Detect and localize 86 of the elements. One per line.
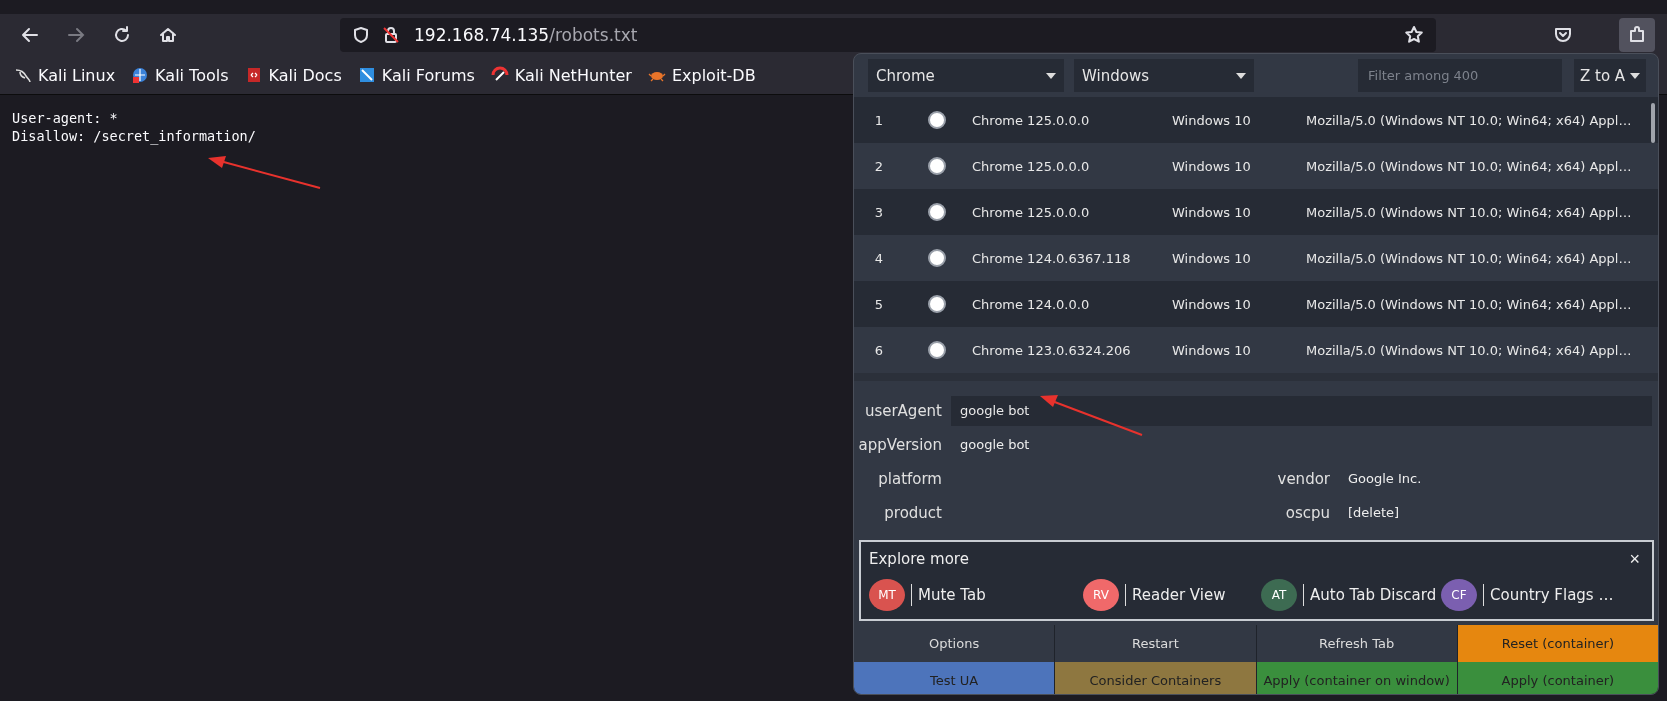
scrollbar-thumb[interactable] [1651, 103, 1655, 143]
field-label: userAgent [863, 401, 942, 420]
star-icon[interactable] [1404, 25, 1424, 45]
action-button[interactable]: Test UA [854, 662, 1055, 694]
extension-link[interactable]: Mute Tab [918, 586, 986, 604]
home-icon[interactable] [158, 25, 178, 45]
bookmark[interactable]: Kali Linux [14, 65, 116, 85]
table-cell: Mozilla/5.0 (Windows NT 10.0; Win64; x64) Appl… [1306, 342, 1632, 358]
forum-icon [357, 66, 376, 84]
radio-button[interactable] [928, 157, 946, 175]
radio-button[interactable] [928, 111, 946, 129]
bookmark[interactable]: Kali Forums [357, 65, 475, 85]
table-cell-text: 3 [873, 204, 885, 220]
table-cell: Mozilla/5.0 (Windows NT 10.0; Win64; x64) Appl… [1306, 250, 1632, 266]
table-cell-text: Windows 10 [1172, 204, 1252, 220]
extension-badge[interactable]: AT [1261, 579, 1297, 611]
table-cell: Mozilla/5.0 (Windows NT 10.0; Win64; x64) Appl… [1306, 204, 1632, 220]
table-cell-text: Windows 10 [1172, 112, 1252, 128]
field-label: platform [877, 469, 942, 488]
text-line: User-agent: * [12, 109, 118, 127]
reload-icon[interactable] [112, 25, 132, 45]
table-cell-text: 2 [873, 158, 885, 174]
table-cell-text: Windows 10 [1172, 342, 1252, 358]
radio-button[interactable] [928, 341, 946, 359]
extensions-button[interactable] [1619, 18, 1655, 52]
extension-link[interactable]: Country Flags … [1490, 586, 1614, 604]
filter-field[interactable]: Filter among 400 [1358, 59, 1562, 92]
table-cell-text: Chrome 124.0.0.0 [972, 296, 1091, 312]
table-cell-text: 1 [873, 112, 885, 128]
table-cell: Mozilla/5.0 (Windows NT 10.0; Win64; x64) Appl… [1306, 296, 1632, 312]
extension-badge[interactable]: MT [869, 579, 905, 611]
extension-link[interactable]: Auto Tab Discard [1310, 586, 1437, 604]
action-button[interactable]: Reset (container) [1457, 625, 1658, 662]
table-cell-text: Windows 10 [1172, 158, 1252, 174]
back-icon[interactable] [20, 25, 40, 45]
bookmark[interactable]: Exploit-DB [647, 65, 756, 85]
caret-icon [1236, 72, 1246, 79]
sort-dropdown[interactable]: Z to A [1574, 59, 1646, 92]
table-cell: Mozilla/5.0 (Windows NT 10.0; Win64; x64) Appl… [1306, 112, 1632, 128]
bookmark[interactable]: Kali Docs [244, 65, 342, 85]
table-cell-text: Chrome 123.0.6324.206 [972, 342, 1132, 358]
action-button[interactable]: Apply (container) [1457, 662, 1658, 694]
action-button[interactable]: Consider Containers [1055, 662, 1256, 694]
radio-button[interactable] [928, 249, 946, 267]
forward-icon[interactable] [66, 25, 86, 45]
field-label: appVersion [857, 435, 942, 454]
field-label: product [883, 503, 942, 522]
panel-title: Explore more [869, 550, 969, 568]
table-cell: Mozilla/5.0 (Windows NT 10.0; Win64; x64) Appl… [1306, 158, 1632, 174]
action-button[interactable]: Apply (container on window) [1256, 662, 1457, 694]
close-button[interactable]: × [1625, 548, 1644, 570]
os-dropdown[interactable]: Windows [1074, 59, 1254, 92]
table-cell-text: Chrome 125.0.0.0 [972, 204, 1091, 220]
table-cell-text: Windows 10 [1172, 250, 1252, 266]
browser-dropdown[interactable]: Chrome [868, 59, 1064, 92]
pocket-icon[interactable] [1553, 25, 1573, 45]
field-label: vendor [1276, 469, 1330, 488]
user-agent-field[interactable]: google bot [951, 395, 1652, 426]
caret-icon [1630, 72, 1640, 79]
field-value: Google Inc. [1348, 471, 1422, 486]
radio-button[interactable] [928, 203, 946, 221]
lock-icon [382, 26, 400, 44]
table-cell-text: 4 [873, 250, 885, 266]
shield-icon [352, 26, 370, 44]
field-value: google bot [960, 437, 1030, 452]
table-cell-text: Chrome 124.0.6367.118 [972, 250, 1132, 266]
extension-badge[interactable]: CF [1441, 579, 1477, 611]
table-cell-text: 5 [873, 296, 885, 312]
bookmark[interactable]: Kali NetHunter [490, 65, 632, 85]
action-button[interactable]: Options [854, 625, 1055, 662]
field-value: [delete] [1348, 505, 1400, 520]
radio-button[interactable] [928, 295, 946, 313]
bookmark[interactable]: Kali Tools [131, 65, 229, 85]
action-button[interactable]: Restart [1055, 625, 1256, 662]
table-cell-text: 6 [873, 342, 885, 358]
action-button[interactable]: Refresh Tab [1256, 625, 1457, 662]
extension-link[interactable]: Reader View [1132, 586, 1226, 604]
caret-icon [1046, 72, 1056, 79]
table-cell-text: Chrome 125.0.0.0 [972, 158, 1091, 174]
table-cell-text: Windows 10 [1172, 296, 1252, 312]
text-line: Disallow: /secret_information/ [12, 127, 256, 145]
address-bar[interactable]: 192.168.74.135/robots.txt [340, 18, 1436, 52]
table-cell-text: Chrome 125.0.0.0 [972, 112, 1091, 128]
globe-icon [131, 66, 150, 84]
url-text: 192.168.74.135/robots.txt [414, 25, 638, 45]
field-label: oscpu [1284, 503, 1330, 522]
